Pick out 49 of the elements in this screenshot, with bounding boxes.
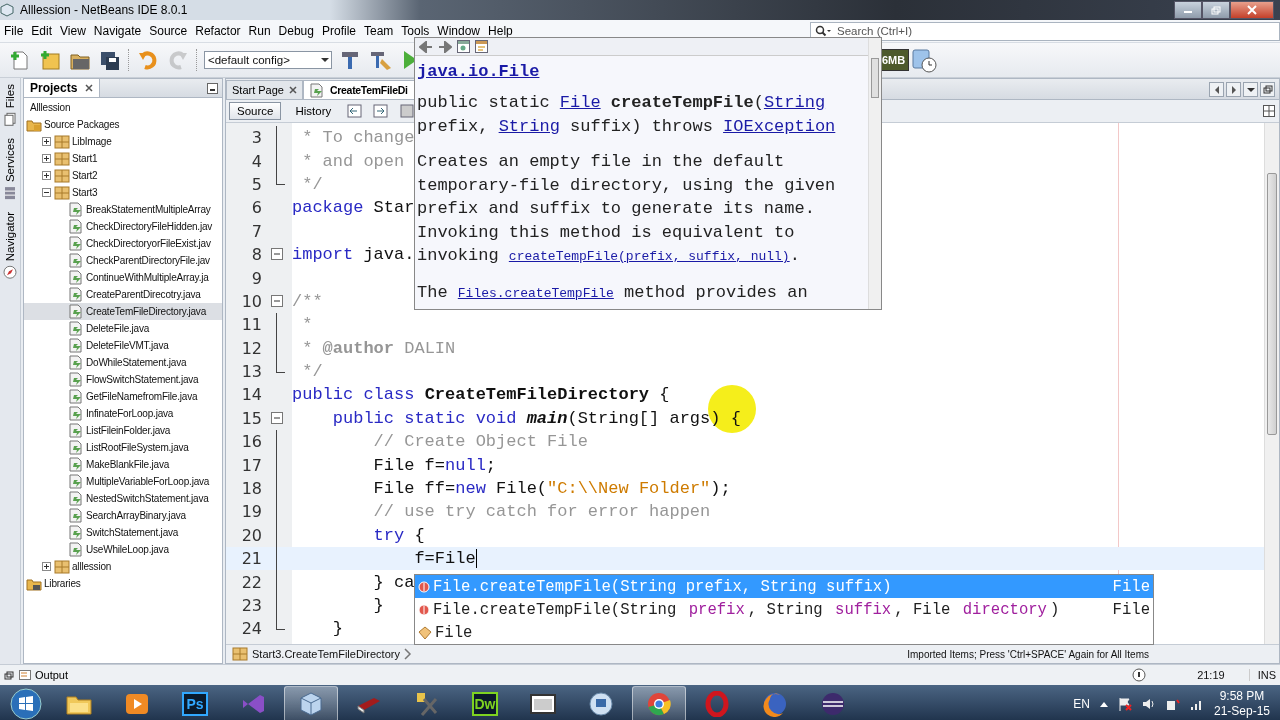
code-line: import java. <box>292 245 415 265</box>
code-line: * To change <box>301 128 415 148</box>
line-number: 6 <box>250 198 262 218</box>
code-line: File f=null; <box>372 455 497 475</box>
code-line: // use try catch for error happen <box>372 502 711 522</box>
status-hint: Imported Items; Press 'Ctrl+SPACE' Again for All Items <box>907 648 1149 660</box>
doc-text: The Files.createTempFile method provides an <box>417 281 809 304</box>
line-number: 19 <box>240 502 262 522</box>
code-line: // Create Object File <box>372 432 588 452</box>
code-line: public class CreateTemFileDirectory { <box>292 385 670 405</box>
line-number: 8 <box>250 245 262 265</box>
line-number: 18 <box>240 479 262 499</box>
line-number: 12 <box>240 338 262 358</box>
line-number: 5 <box>250 174 262 194</box>
code-line: } <box>372 596 384 615</box>
code-line: File ff=new File("C:\\New Folder"); <box>372 479 731 499</box>
code-line: * and open <box>301 151 405 171</box>
code-line: */ <box>301 174 323 194</box>
code-line: * @author DALIN <box>301 338 456 358</box>
code-line: */ <box>301 362 323 382</box>
line-number: 3 <box>250 128 262 148</box>
code-line: try { <box>372 525 425 545</box>
line-number: 9 <box>250 268 262 288</box>
line-number: 15 <box>240 408 262 428</box>
code-line: } ca <box>372 572 415 592</box>
line-number: 17 <box>240 455 262 475</box>
line-number: 24 <box>240 619 262 639</box>
code-line: f=File <box>413 549 476 569</box>
code-line: package Star <box>292 198 415 218</box>
line-number: 21 <box>240 549 262 569</box>
app-logo: Ps <box>182 692 208 716</box>
line-number: 13 <box>240 362 262 382</box>
insert-mode: INS <box>1248 669 1280 681</box>
line-number: 16 <box>240 432 262 452</box>
window-title: Alllession - NetBeans IDE 8.0.1 <box>20 3 188 17</box>
line-number: 10 <box>240 291 262 311</box>
caret-position: 21:19 <box>1196 669 1226 681</box>
code-line: } <box>331 619 343 639</box>
line-number: 7 <box>250 221 262 241</box>
line-number: 20 <box>240 525 262 545</box>
line-number: 23 <box>240 596 262 615</box>
line-number: 22 <box>240 572 262 592</box>
line-number: 11 <box>240 315 262 335</box>
app-logo: Dw <box>472 692 498 716</box>
doc-text: Creates an empty file in the default temporary-file directory, using the given prefix and suffix to generate its name. Invoking this method is equivalent to invoking createTempFile(prefix, suffix, null). <box>417 151 837 267</box>
line-number: 14 <box>240 385 262 405</box>
code-line: /** <box>292 291 323 311</box>
code-line: * <box>301 315 313 335</box>
line-number: 4 <box>250 151 262 171</box>
